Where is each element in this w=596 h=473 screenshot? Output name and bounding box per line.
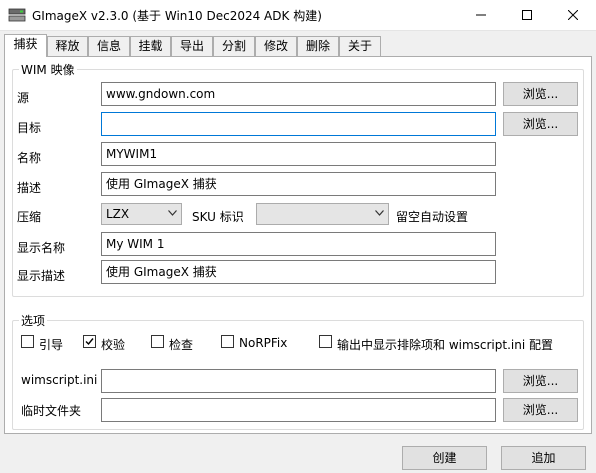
sku-label: SKU 标识	[192, 210, 244, 224]
tab-info[interactable]: 信息	[88, 36, 130, 56]
boot-checkbox[interactable]	[21, 335, 34, 348]
show-exclusions-checkbox-label: 输出中显示排除项和 wimscript.ini 配置	[337, 338, 553, 352]
name-label: 名称	[17, 151, 42, 165]
check-checkbox[interactable]	[151, 335, 164, 348]
temp-folder-label: 临时文件夹	[21, 404, 82, 418]
display-description-input[interactable]: 使用 GImageX 捕获	[101, 260, 496, 284]
norpfix-checkbox-label: NoRPFix	[239, 336, 288, 350]
compression-select[interactable]: LZX	[101, 203, 182, 225]
tab-delete[interactable]: 删除	[297, 36, 339, 56]
verify-checkbox[interactable]	[83, 335, 96, 348]
chevron-down-icon	[375, 210, 384, 216]
display-description-label: 显示描述	[17, 269, 66, 283]
target-browse-button[interactable]: 浏览...	[503, 112, 578, 136]
capture-panel: WIM 映像 源 www.gndown.com 浏览... 目标 浏览... 名…	[4, 56, 592, 434]
app-icon	[8, 8, 26, 22]
source-input[interactable]: www.gndown.com	[101, 82, 496, 106]
display-name-label: 显示名称	[17, 241, 66, 255]
tab-capture[interactable]: 捕获	[4, 34, 47, 57]
options-group-title: 选项	[19, 312, 48, 329]
tab-about[interactable]: 关于	[339, 36, 381, 56]
compression-value: LZX	[106, 207, 130, 221]
boot-checkbox-label: 引导	[39, 338, 64, 352]
source-browse-button[interactable]: 浏览...	[503, 82, 578, 106]
check-checkbox-label: 检查	[169, 338, 194, 352]
compression-label: 压缩	[17, 210, 42, 224]
sku-note: 留空自动设置	[396, 210, 469, 224]
display-name-input[interactable]: My WIM 1	[101, 232, 496, 256]
minimize-button[interactable]	[458, 0, 504, 30]
tab-apply[interactable]: 释放	[47, 36, 88, 56]
verify-checkbox-label: 校验	[101, 338, 126, 352]
description-input[interactable]: 使用 GImageX 捕获	[101, 172, 496, 196]
append-button[interactable]: 追加	[501, 446, 586, 470]
minimize-icon	[476, 14, 486, 16]
tab-modify[interactable]: 修改	[255, 36, 297, 56]
chevron-down-icon	[168, 210, 177, 216]
wimscript-label: wimscript.ini	[21, 373, 98, 387]
wimscript-browse-button[interactable]: 浏览...	[503, 369, 578, 393]
close-button[interactable]	[550, 0, 596, 30]
norpfix-checkbox[interactable]	[221, 335, 234, 348]
description-label: 描述	[17, 181, 42, 195]
tab-mount[interactable]: 挂载	[130, 36, 171, 56]
close-icon	[568, 10, 578, 20]
maximize-icon	[522, 10, 532, 20]
tab-export[interactable]: 导出	[171, 36, 213, 56]
name-input[interactable]: MYWIM1	[101, 142, 496, 166]
maximize-button[interactable]	[504, 0, 550, 30]
target-input[interactable]	[101, 112, 496, 136]
show-exclusions-checkbox[interactable]	[319, 335, 332, 348]
tab-split[interactable]: 分割	[213, 36, 255, 56]
tab-strip: 捕获 释放 信息 挂载 导出 分割 修改 删除 关于	[4, 34, 592, 57]
temp-folder-browse-button[interactable]: 浏览...	[503, 398, 578, 422]
wim-group-title: WIM 映像	[19, 61, 77, 78]
sku-select[interactable]	[256, 203, 389, 225]
target-label: 目标	[17, 121, 42, 135]
source-label: 源	[17, 91, 30, 105]
temp-folder-input[interactable]	[101, 398, 496, 422]
window-title: GImageX v2.3.0 (基于 Win10 Dec2024 ADK 构建)	[32, 9, 322, 23]
create-button[interactable]: 创建	[402, 446, 487, 470]
checkmark-icon	[85, 338, 94, 346]
wimscript-input[interactable]	[101, 369, 496, 393]
title-bar: GImageX v2.3.0 (基于 Win10 Dec2024 ADK 构建)	[0, 0, 596, 31]
